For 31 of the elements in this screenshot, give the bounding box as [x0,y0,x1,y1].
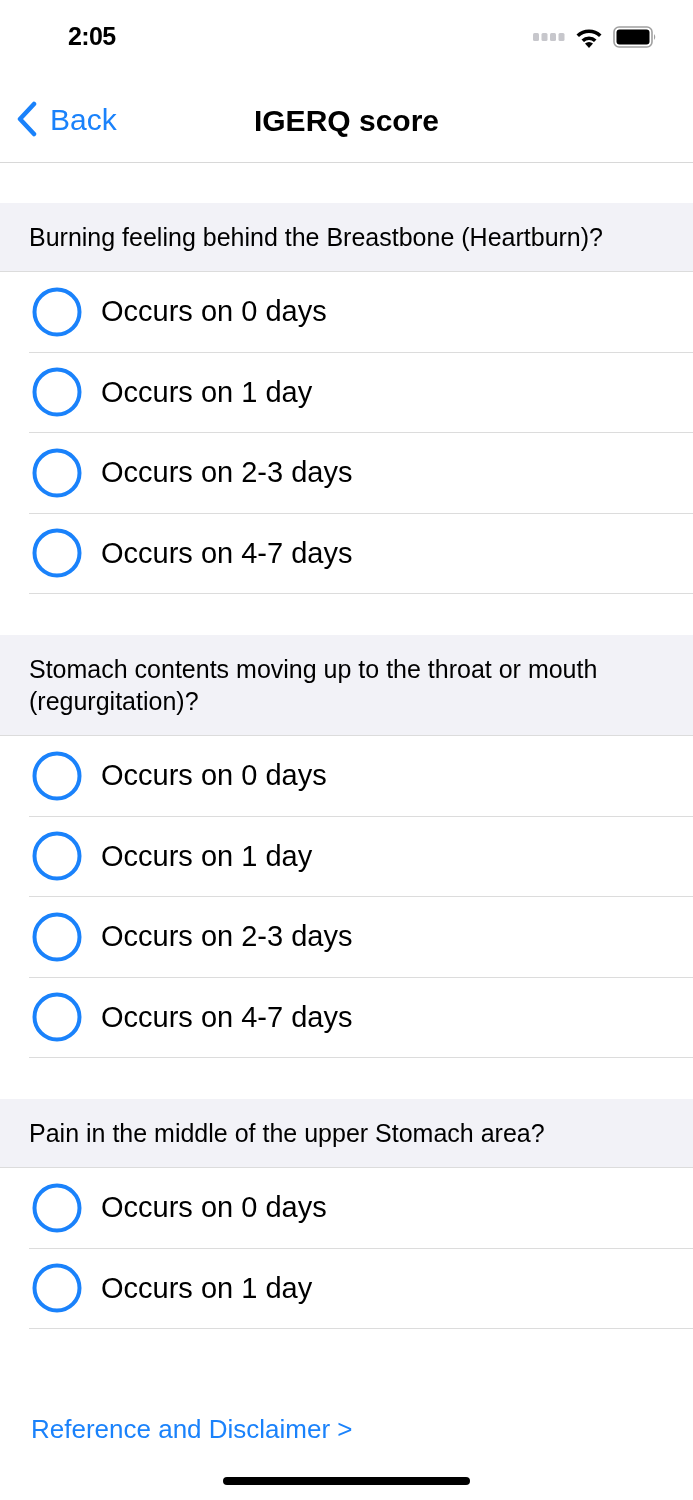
radio-button[interactable] [32,911,82,962]
radio-button[interactable] [32,992,82,1043]
chevron-left-icon [16,101,38,137]
radio-button[interactable] [32,750,82,801]
option-label[interactable]: Occurs on 2-3 days [101,915,353,959]
question-header: Pain in the middle of the upper Stomach area? [0,1099,693,1168]
option-label[interactable]: Occurs on 2-3 days [101,451,353,495]
wifi-icon [575,26,603,48]
battery-icon [613,26,657,48]
radio-button[interactable] [32,831,82,882]
question-header: Burning feeling behind the Breastbone (Heartburn)? [0,203,693,272]
radio-button[interactable] [32,1182,82,1233]
option-label[interactable]: Occurs on 0 days [101,290,327,334]
option-label[interactable]: Occurs on 1 day [101,1266,313,1310]
option-label[interactable]: Occurs on 0 days [101,1186,327,1230]
option-label[interactable]: Occurs on 0 days [101,754,327,798]
screen-title: IGERQ score [253,102,440,139]
radio-button[interactable] [32,528,82,579]
option-label[interactable]: Occurs on 4-7 days [101,995,353,1039]
radio-button[interactable] [32,447,82,498]
question-header: Stomach contents moving up to the throat or mouth (regurgitation)? [0,635,693,736]
reference-link[interactable]: Reference and Disclaimer > [31,1414,353,1444]
back-button[interactable]: Back [0,96,117,144]
radio-button[interactable] [32,367,82,418]
option-label[interactable]: Occurs on 1 day [101,834,313,878]
option-label[interactable]: Occurs on 4-7 days [101,531,353,575]
option-label[interactable]: Occurs on 1 day [101,370,313,414]
radio-button[interactable] [32,286,82,337]
radio-button[interactable] [32,1263,82,1314]
status-time: 2:05 [68,21,116,53]
signal-icon [533,33,565,41]
